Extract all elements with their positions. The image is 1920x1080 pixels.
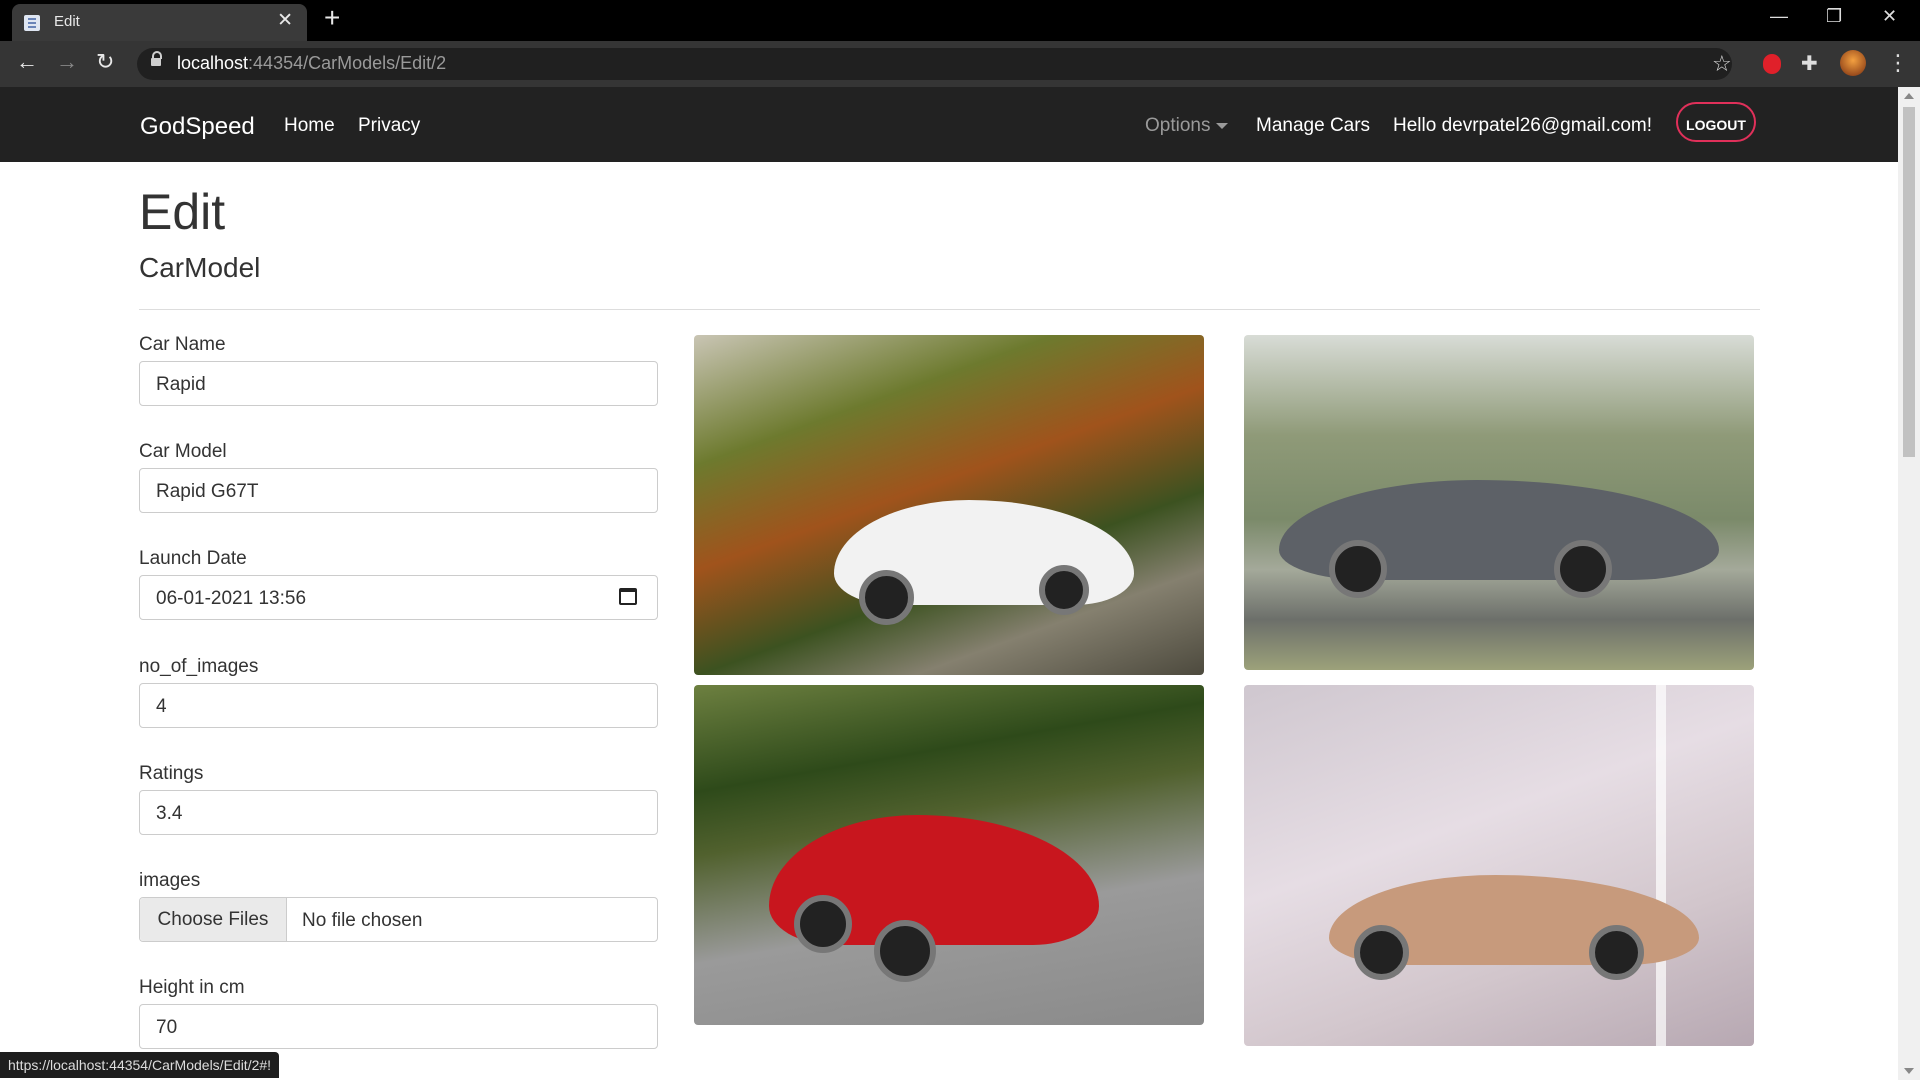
ratings-value: 3.4 [156, 803, 183, 824]
car-name-label: Car Name [139, 334, 226, 355]
car-model-input[interactable]: Rapid G67T [139, 468, 658, 513]
page-scrollbar[interactable] [1898, 87, 1920, 1080]
height-value: 70 [156, 1017, 178, 1038]
forward-icon[interactable]: → [56, 51, 78, 73]
height-label: Height in cm [139, 977, 245, 998]
images-file-input[interactable]: Choose Files No file chosen [139, 897, 658, 942]
file-status-text: No file chosen [302, 910, 423, 931]
nav-privacy-link[interactable]: Privacy [358, 115, 420, 137]
scroll-down-icon[interactable] [1904, 1068, 1914, 1074]
light-beam [1656, 685, 1666, 1046]
car-model-value: Rapid G67T [156, 481, 259, 502]
brand-logo[interactable]: GodSpeed [140, 113, 255, 141]
wheel-shape [794, 895, 852, 953]
back-icon[interactable]: ← [16, 51, 38, 73]
logout-button[interactable]: LOGOUT [1676, 102, 1756, 142]
wheel-shape [1554, 540, 1612, 598]
tab-close-icon[interactable]: ✕ [277, 11, 293, 30]
extension-icon[interactable] [1763, 54, 1781, 74]
launch-date-label: Launch Date [139, 548, 247, 569]
browser-tab[interactable]: Edit ✕ [12, 4, 307, 41]
options-label: Options [1145, 115, 1211, 136]
manage-cars-link[interactable]: Manage Cars [1256, 115, 1370, 137]
wheel-shape [1039, 565, 1089, 615]
profile-avatar[interactable] [1840, 50, 1866, 76]
choose-files-button[interactable]: Choose Files [140, 898, 287, 941]
url-host: localhost [177, 53, 249, 73]
new-tab-icon[interactable]: + [324, 4, 340, 32]
browser-menu-icon[interactable]: ⋮ [1887, 50, 1909, 76]
caret-down-icon [1216, 122, 1229, 129]
divider [139, 309, 1760, 310]
extensions-puzzle-icon[interactable]: ✚ [1801, 51, 1818, 76]
wheel-shape [859, 570, 914, 625]
scroll-thumb[interactable] [1903, 107, 1915, 457]
car-name-input[interactable]: Rapid [139, 361, 658, 406]
launch-date-value: 06-01-2021 13:56 [156, 588, 307, 609]
page-title: Edit [139, 184, 226, 240]
restore-icon[interactable]: ❐ [1826, 6, 1842, 27]
car-image-4 [1244, 685, 1754, 1046]
wheel-shape [874, 920, 936, 982]
ratings-label: Ratings [139, 763, 204, 784]
browser-tab-strip: Edit ✕ + — ❐ ✕ [0, 0, 1920, 41]
wheel-shape [1354, 925, 1409, 980]
no-of-images-value: 4 [156, 696, 167, 717]
page-favicon-icon [24, 15, 40, 31]
calendar-icon[interactable] [619, 588, 637, 605]
no-of-images-label: no_of_images [139, 656, 259, 677]
minimize-icon[interactable]: — [1770, 6, 1788, 27]
lock-icon [151, 51, 162, 66]
ratings-input[interactable]: 3.4 [139, 790, 658, 835]
launch-date-input[interactable]: 06-01-2021 13:56 [139, 575, 658, 620]
url-path: :44354/CarModels/Edit/2 [248, 53, 447, 73]
page-subtitle: CarModel [139, 252, 261, 283]
user-greeting[interactable]: Hello devrpatel26@gmail.com! [1393, 115, 1652, 137]
wheel-shape [1329, 540, 1387, 598]
images-label: images [139, 870, 201, 891]
tab-title: Edit [54, 13, 80, 30]
url-text[interactable]: localhost:44354/CarModels/Edit/2 [177, 53, 446, 74]
car-image-3 [694, 685, 1204, 1025]
window-close-icon[interactable]: ✕ [1882, 6, 1897, 27]
car-name-value: Rapid [156, 374, 206, 395]
car-image-1 [694, 335, 1204, 675]
link-status-bar: https://localhost:44354/CarModels/Edit/2… [0, 1052, 280, 1078]
height-input[interactable]: 70 [139, 1004, 658, 1049]
reload-icon[interactable]: ↻ [96, 51, 114, 73]
no-of-images-input[interactable]: 4 [139, 683, 658, 728]
scroll-up-icon[interactable] [1904, 93, 1914, 99]
bookmark-star-icon[interactable]: ☆ [1712, 51, 1732, 77]
options-dropdown[interactable]: Options [1145, 115, 1229, 137]
car-image-2 [1244, 335, 1754, 670]
car-model-label: Car Model [139, 441, 227, 462]
nav-home-link[interactable]: Home [284, 115, 335, 137]
site-navbar: GodSpeed Home Privacy Options Manage Car… [0, 87, 1898, 162]
wheel-shape [1589, 925, 1644, 980]
